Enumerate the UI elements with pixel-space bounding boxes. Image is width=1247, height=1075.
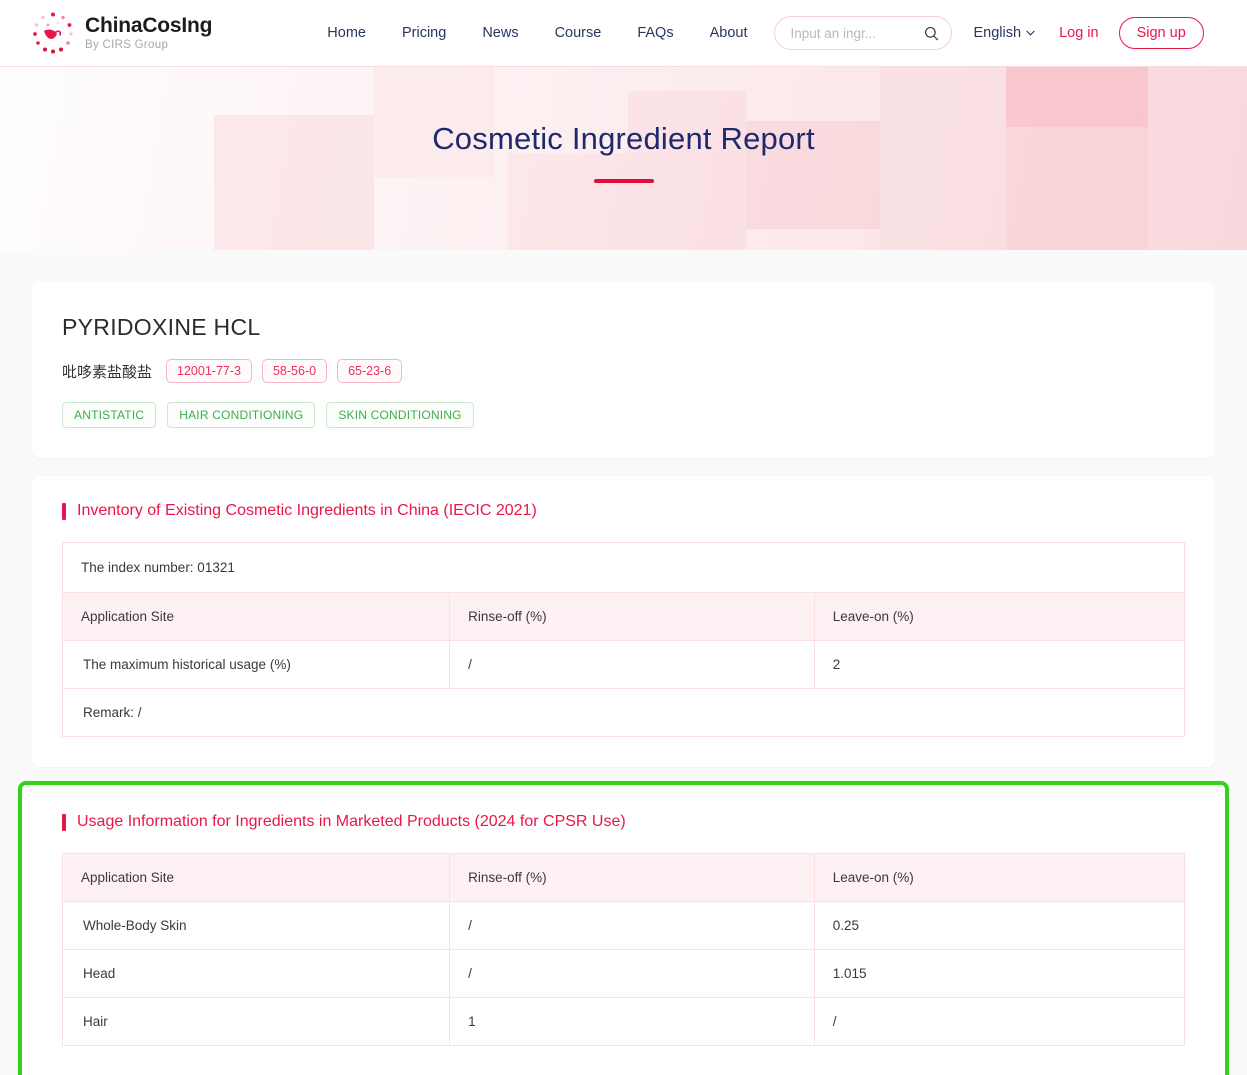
logo-subtitle: By CIRS Group [85,40,212,52]
signup-button[interactable]: Sign up [1119,17,1204,49]
ingredient-function-tags: ANTISTATIC HAIR CONDITIONING SKIN CONDIT… [62,402,1185,428]
chevron-down-icon [1026,30,1035,36]
table-row: The maximum historical usage (%) / 2 [63,641,1185,689]
remark-cell: Remark: / [63,689,1185,737]
index-number-cell: The index number: 01321 [63,543,1185,593]
cell-leave-on: 2 [814,641,1184,689]
page-title: Cosmetic Ingredient Report [432,121,815,157]
cell-leave-on: / [814,998,1184,1046]
table-row: Hair 1 / [63,998,1185,1046]
column-header-rinse-off: Rinse-off (%) [450,854,815,902]
ingredient-summary-card: PYRIDOXINE HCL 吡哆素盐酸盐 12001-77-3 58-56-0… [32,282,1215,458]
table-header-row: Application Site Rinse-off (%) Leave-on … [63,854,1185,902]
cas-number-badge[interactable]: 12001-77-3 [166,359,252,383]
nav-item-course[interactable]: Course [555,25,602,41]
ingredient-identifiers: 吡哆素盐酸盐 12001-77-3 58-56-0 65-23-6 [62,359,1185,383]
table-row: The index number: 01321 [63,543,1185,593]
site-logo[interactable]: ChinaCosIng By CIRS Group [30,10,212,56]
cas-number-badge[interactable]: 58-56-0 [262,359,327,383]
section-title: Inventory of Existing Cosmetic Ingredien… [62,502,1185,520]
cas-number-badge[interactable]: 65-23-6 [337,359,402,383]
ingredient-name: PYRIDOXINE HCL [62,314,1185,341]
nav-item-about[interactable]: About [710,25,748,41]
cell-rinse-off: / [450,950,815,998]
search-box[interactable] [774,16,952,50]
nav-item-news[interactable]: News [482,25,518,41]
cpsr-usage-table: Application Site Rinse-off (%) Leave-on … [62,853,1185,1046]
main-navigation: Home Pricing News Course FAQs About [327,25,747,41]
iecic-table: The index number: 01321 Application Site… [62,542,1185,737]
column-header-leave-on: Leave-on (%) [814,854,1184,902]
section-title: Usage Information for Ingredients in Mar… [62,813,1185,831]
title-underline [594,179,654,183]
cell-application-site: Whole-Body Skin [63,902,450,950]
cell-leave-on: 0.25 [814,902,1184,950]
column-header-application-site: Application Site [63,854,450,902]
cell-rinse-off: 1 [450,998,815,1046]
ingredient-name-chinese: 吡哆素盐酸盐 [62,361,152,382]
cell-leave-on: 1.015 [814,950,1184,998]
function-tag[interactable]: ANTISTATIC [62,402,156,428]
chinacosing-logo-icon [30,10,76,56]
language-selector[interactable]: English [974,25,1036,41]
nav-item-faqs[interactable]: FAQs [637,25,673,41]
nav-item-pricing[interactable]: Pricing [402,25,446,41]
section-title-text: Inventory of Existing Cosmetic Ingredien… [77,502,537,520]
cell-application-site: Head [63,950,450,998]
section-title-text: Usage Information for Ingredients in Mar… [77,813,626,831]
logo-title: ChinaCosIng [85,15,212,36]
table-row: Remark: / [63,689,1185,737]
search-input[interactable] [791,26,924,41]
cell-rinse-off: / [450,641,815,689]
function-tag[interactable]: HAIR CONDITIONING [167,402,315,428]
table-row: Whole-Body Skin / 0.25 [63,902,1185,950]
table-row: Head / 1.015 [63,950,1185,998]
section-marker-icon [62,814,66,831]
column-header-leave-on: Leave-on (%) [814,593,1184,641]
hero-banner: Cosmetic Ingredient Report [0,67,1247,250]
cell-rinse-off: / [450,902,815,950]
search-icon[interactable] [924,26,939,41]
column-header-rinse-off: Rinse-off (%) [450,593,815,641]
nav-item-home[interactable]: Home [327,25,366,41]
login-link[interactable]: Log in [1059,25,1099,41]
section-marker-icon [62,503,66,520]
cell-application-site: The maximum historical usage (%) [63,641,450,689]
column-header-application-site: Application Site [63,593,450,641]
language-label: English [974,25,1022,41]
table-header-row: Application Site Rinse-off (%) Leave-on … [63,593,1185,641]
cell-application-site: Hair [63,998,450,1046]
function-tag[interactable]: SKIN CONDITIONING [326,402,473,428]
cpsr-usage-section-card: Usage Information for Ingredients in Mar… [18,781,1229,1075]
site-header: ChinaCosIng By CIRS Group Home Pricing N… [0,0,1247,67]
iecic-section-card: Inventory of Existing Cosmetic Ingredien… [32,476,1215,767]
